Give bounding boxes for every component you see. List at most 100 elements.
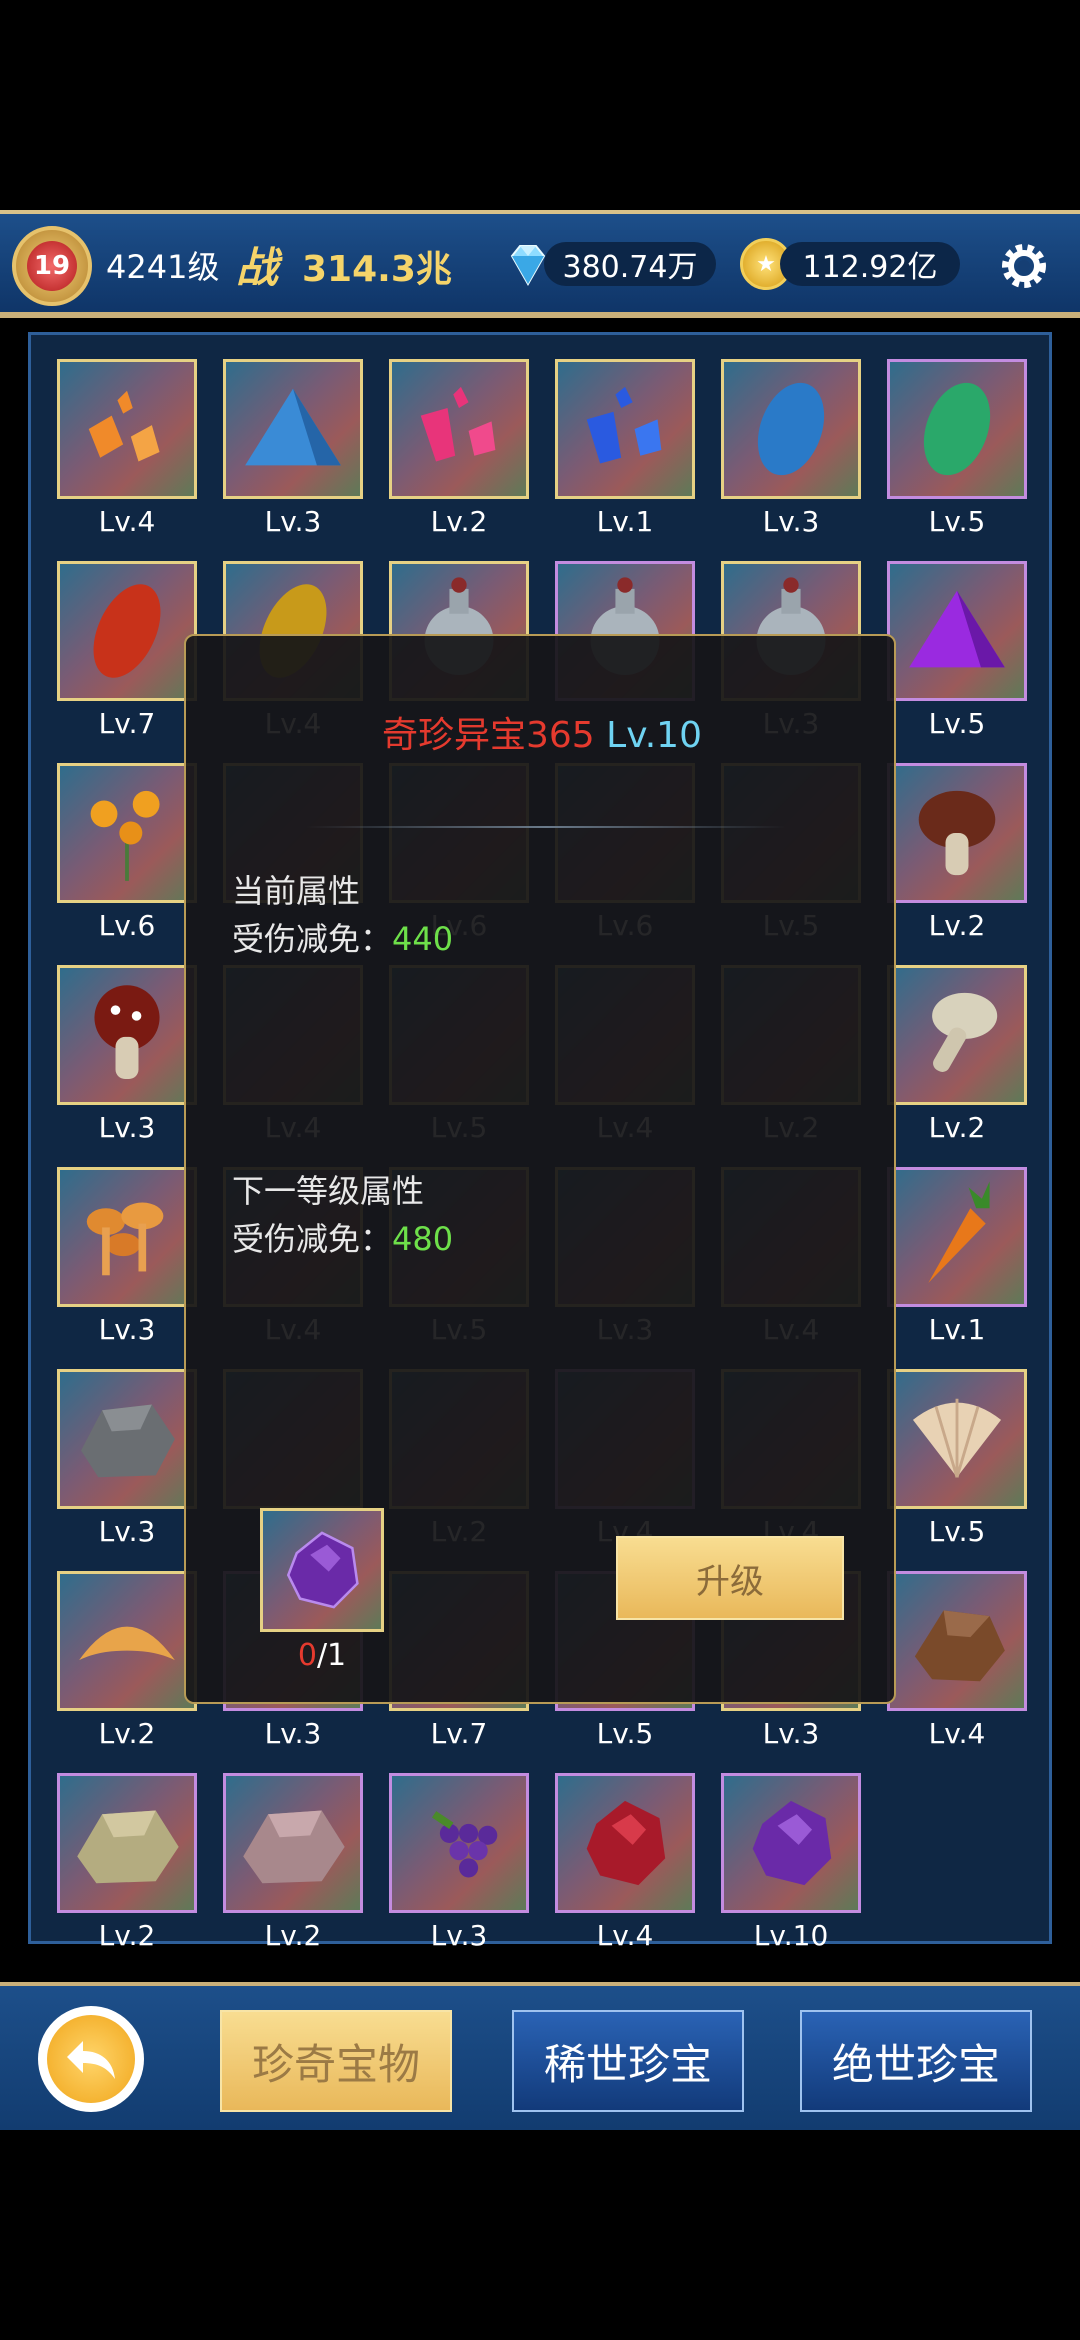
next-attr-header: 下一等级属性	[232, 1172, 425, 1210]
treasure-level-label: Lv.3	[762, 1717, 820, 1750]
treasure-slot[interactable]	[887, 1369, 1027, 1509]
treasure-level-label: Lv.1	[928, 1313, 986, 1346]
treasure-level-label: Lv.4	[596, 1919, 654, 1952]
current-attr-row: 受伤减免：440	[232, 914, 453, 960]
treasure-level-label: Lv.3	[264, 505, 322, 538]
treasure-slot[interactable]	[57, 1773, 197, 1913]
treasure-level-label: Lv.5	[928, 505, 986, 538]
treasure-level-label: Lv.2	[928, 909, 986, 942]
treasure-level-label: Lv.5	[928, 707, 986, 740]
tab-rare-treasures[interactable]: 珍奇宝物	[220, 2010, 452, 2112]
current-stat-label: 受伤减免：	[232, 920, 393, 958]
treasure-slot[interactable]	[57, 1167, 197, 1307]
treasure-level-label: Lv.3	[98, 1111, 156, 1144]
current-attr-header: 当前属性	[232, 872, 361, 910]
green-seed-icon	[923, 382, 991, 476]
treasure-level-label: Lv.4	[98, 505, 156, 538]
dialog-title: 奇珍异宝365 Lv.10	[186, 706, 898, 758]
vip-level: 19	[27, 241, 77, 291]
treasure-slot[interactable]	[555, 1773, 695, 1913]
yellow-flowers-icon	[90, 790, 160, 881]
treasure-slot[interactable]	[887, 965, 1027, 1105]
treasure-slot[interactable]	[57, 1571, 197, 1711]
treasure-slot[interactable]	[223, 1773, 363, 1913]
white-mushroom-icon	[932, 992, 998, 1072]
vip-badge-icon[interactable]: 19	[12, 226, 92, 306]
upgrade-button[interactable]: 升级	[616, 1536, 844, 1620]
orange-mushrooms-icon	[86, 1202, 164, 1276]
treasure-level-label: Lv.6	[98, 909, 156, 942]
treasure-level-label: Lv.3	[762, 505, 820, 538]
treasure-slot[interactable]	[887, 763, 1027, 903]
treasure-slot[interactable]	[57, 1369, 197, 1509]
top-status-bar: 19 4241级 战 314.3兆 380.74万 ★ 112.92亿	[0, 210, 1080, 318]
brown-mushroom-icon	[918, 790, 996, 876]
material-slot[interactable]	[260, 1508, 384, 1632]
bottom-tab-bar: 珍奇宝物 稀世珍宝 绝世珍宝	[0, 1982, 1080, 2130]
settings-gear-icon[interactable]	[996, 238, 1052, 294]
croissant-icon	[79, 1626, 175, 1661]
carrot-icon	[928, 1181, 990, 1283]
treasure-level-label: Lv.2	[928, 1111, 986, 1144]
tab-peerless-treasures[interactable]: 绝世珍宝	[800, 2010, 1032, 2112]
treasure-slot[interactable]	[57, 561, 197, 701]
blue-seed-icon	[757, 382, 825, 476]
treasure-slot[interactable]	[721, 359, 861, 499]
gray-stone-icon	[81, 1404, 175, 1478]
treasure-level-label: Lv.10	[753, 1919, 829, 1952]
treasure-slot[interactable]	[887, 561, 1027, 701]
treasure-slot[interactable]	[555, 359, 695, 499]
item-level: Lv.10	[606, 715, 702, 756]
seashell-icon	[912, 1398, 1002, 1478]
power-value: 314.3兆	[302, 249, 452, 290]
treasure-slot[interactable]	[57, 359, 197, 499]
treasure-level-label: Lv.7	[98, 707, 156, 740]
treasure-slot[interactable]	[389, 1773, 529, 1913]
treasure-slot[interactable]	[223, 359, 363, 499]
material-have: 0	[297, 1638, 317, 1673]
brown-stone-icon	[914, 1610, 1005, 1682]
red-gem-icon	[586, 1800, 666, 1886]
player-level: 4241级	[106, 248, 220, 286]
treasure-slot[interactable]	[887, 1167, 1027, 1307]
title-divider	[306, 826, 786, 828]
treasure-level-label: Lv.5	[596, 1717, 654, 1750]
tab-precious-treasures[interactable]: 稀世珍宝	[512, 2010, 744, 2112]
treasure-level-label: Lv.2	[98, 1717, 156, 1750]
red-seed-icon	[93, 584, 161, 678]
power-icon: 战	[236, 243, 279, 292]
treasure-level-label: Lv.3	[98, 1515, 156, 1548]
purple-gem-icon	[752, 1800, 832, 1886]
treasure-level-label: Lv.7	[430, 1717, 488, 1750]
treasure-level-label: Lv.3	[430, 1919, 488, 1952]
treasure-level-label: Lv.2	[264, 1919, 322, 1952]
treasure-slot[interactable]	[887, 1571, 1027, 1711]
purple-pile-icon	[909, 590, 1005, 668]
back-button[interactable]	[38, 2006, 144, 2112]
pink-crystal-icon	[420, 386, 496, 462]
diamond-count: 380.74万	[544, 242, 716, 286]
next-stat-label: 受伤减免：	[232, 1220, 393, 1258]
blue-pile-icon	[245, 388, 341, 466]
treasure-level-label: Lv.3	[264, 1717, 322, 1750]
material-need: /1	[316, 1638, 347, 1673]
material-count: 0/1	[260, 1638, 384, 1673]
item-name: 奇珍异宝365	[382, 715, 595, 756]
treasure-level-label: Lv.2	[430, 505, 488, 538]
treasure-slot[interactable]	[57, 965, 197, 1105]
back-arrow-icon	[67, 2041, 115, 2079]
item-detail-dialog: 奇珍异宝365 Lv.10 当前属性 受伤减免：440 下一等级属性 受伤减免：…	[184, 634, 896, 1704]
blue-crystal-icon	[586, 386, 662, 464]
grapes-icon	[431, 1811, 498, 1878]
purple-gem-icon	[286, 1531, 359, 1609]
treasure-level-label: Lv.5	[928, 1515, 986, 1548]
treasure-level-label: Lv.4	[928, 1717, 986, 1750]
treasure-slot[interactable]	[721, 1773, 861, 1913]
treasure-slot[interactable]	[57, 763, 197, 903]
treasure-slot[interactable]	[887, 359, 1027, 499]
tan-stone-icon	[77, 1810, 179, 1884]
red-mushroom-icon	[94, 985, 160, 1080]
current-stat-value: 440	[392, 920, 454, 958]
treasure-slot[interactable]	[389, 359, 529, 499]
orange-crystal-icon	[88, 390, 160, 462]
